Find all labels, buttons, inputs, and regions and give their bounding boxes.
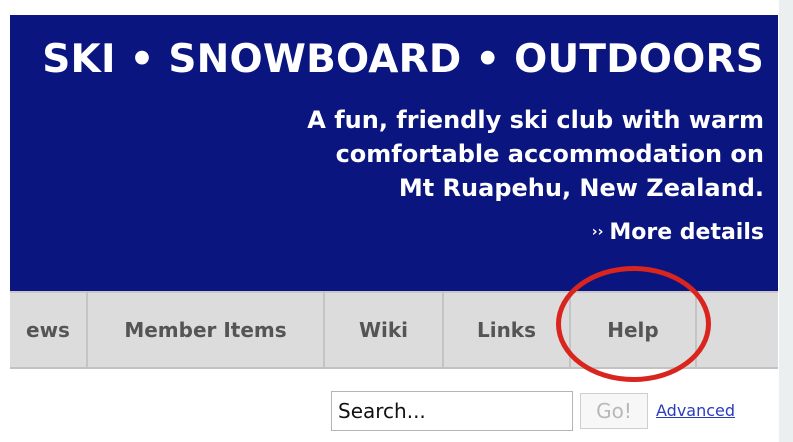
site-banner: SKI • SNOWBOARD • OUTDOORS A fun, friend…: [10, 15, 778, 291]
description-line: A fun, friendly ski club with warm: [307, 106, 764, 134]
help-highlight-circle: [556, 266, 711, 382]
more-details-link[interactable]: ›› More details: [592, 220, 764, 245]
more-details-label: More details: [609, 220, 764, 245]
description-line: Mt Ruapehu, New Zealand.: [398, 174, 764, 202]
nav-item-member-items[interactable]: Member Items: [88, 291, 323, 369]
advanced-search-link[interactable]: Advanced: [656, 401, 735, 420]
search-go-button[interactable]: Go!: [580, 393, 648, 429]
description-line: comfortable accommodation on: [335, 140, 764, 168]
page-edge: [779, 0, 793, 442]
nav-item-links[interactable]: Links: [444, 291, 569, 369]
nav-item-news[interactable]: ews: [10, 291, 86, 369]
double-chevron-right-icon: ››: [591, 224, 604, 240]
site-description: A fun, friendly ski club with warm comfo…: [307, 103, 764, 205]
nav-item-wiki[interactable]: Wiki: [325, 291, 442, 369]
site-tagline: SKI • SNOWBOARD • OUTDOORS: [42, 37, 764, 82]
search-input[interactable]: [331, 391, 573, 431]
